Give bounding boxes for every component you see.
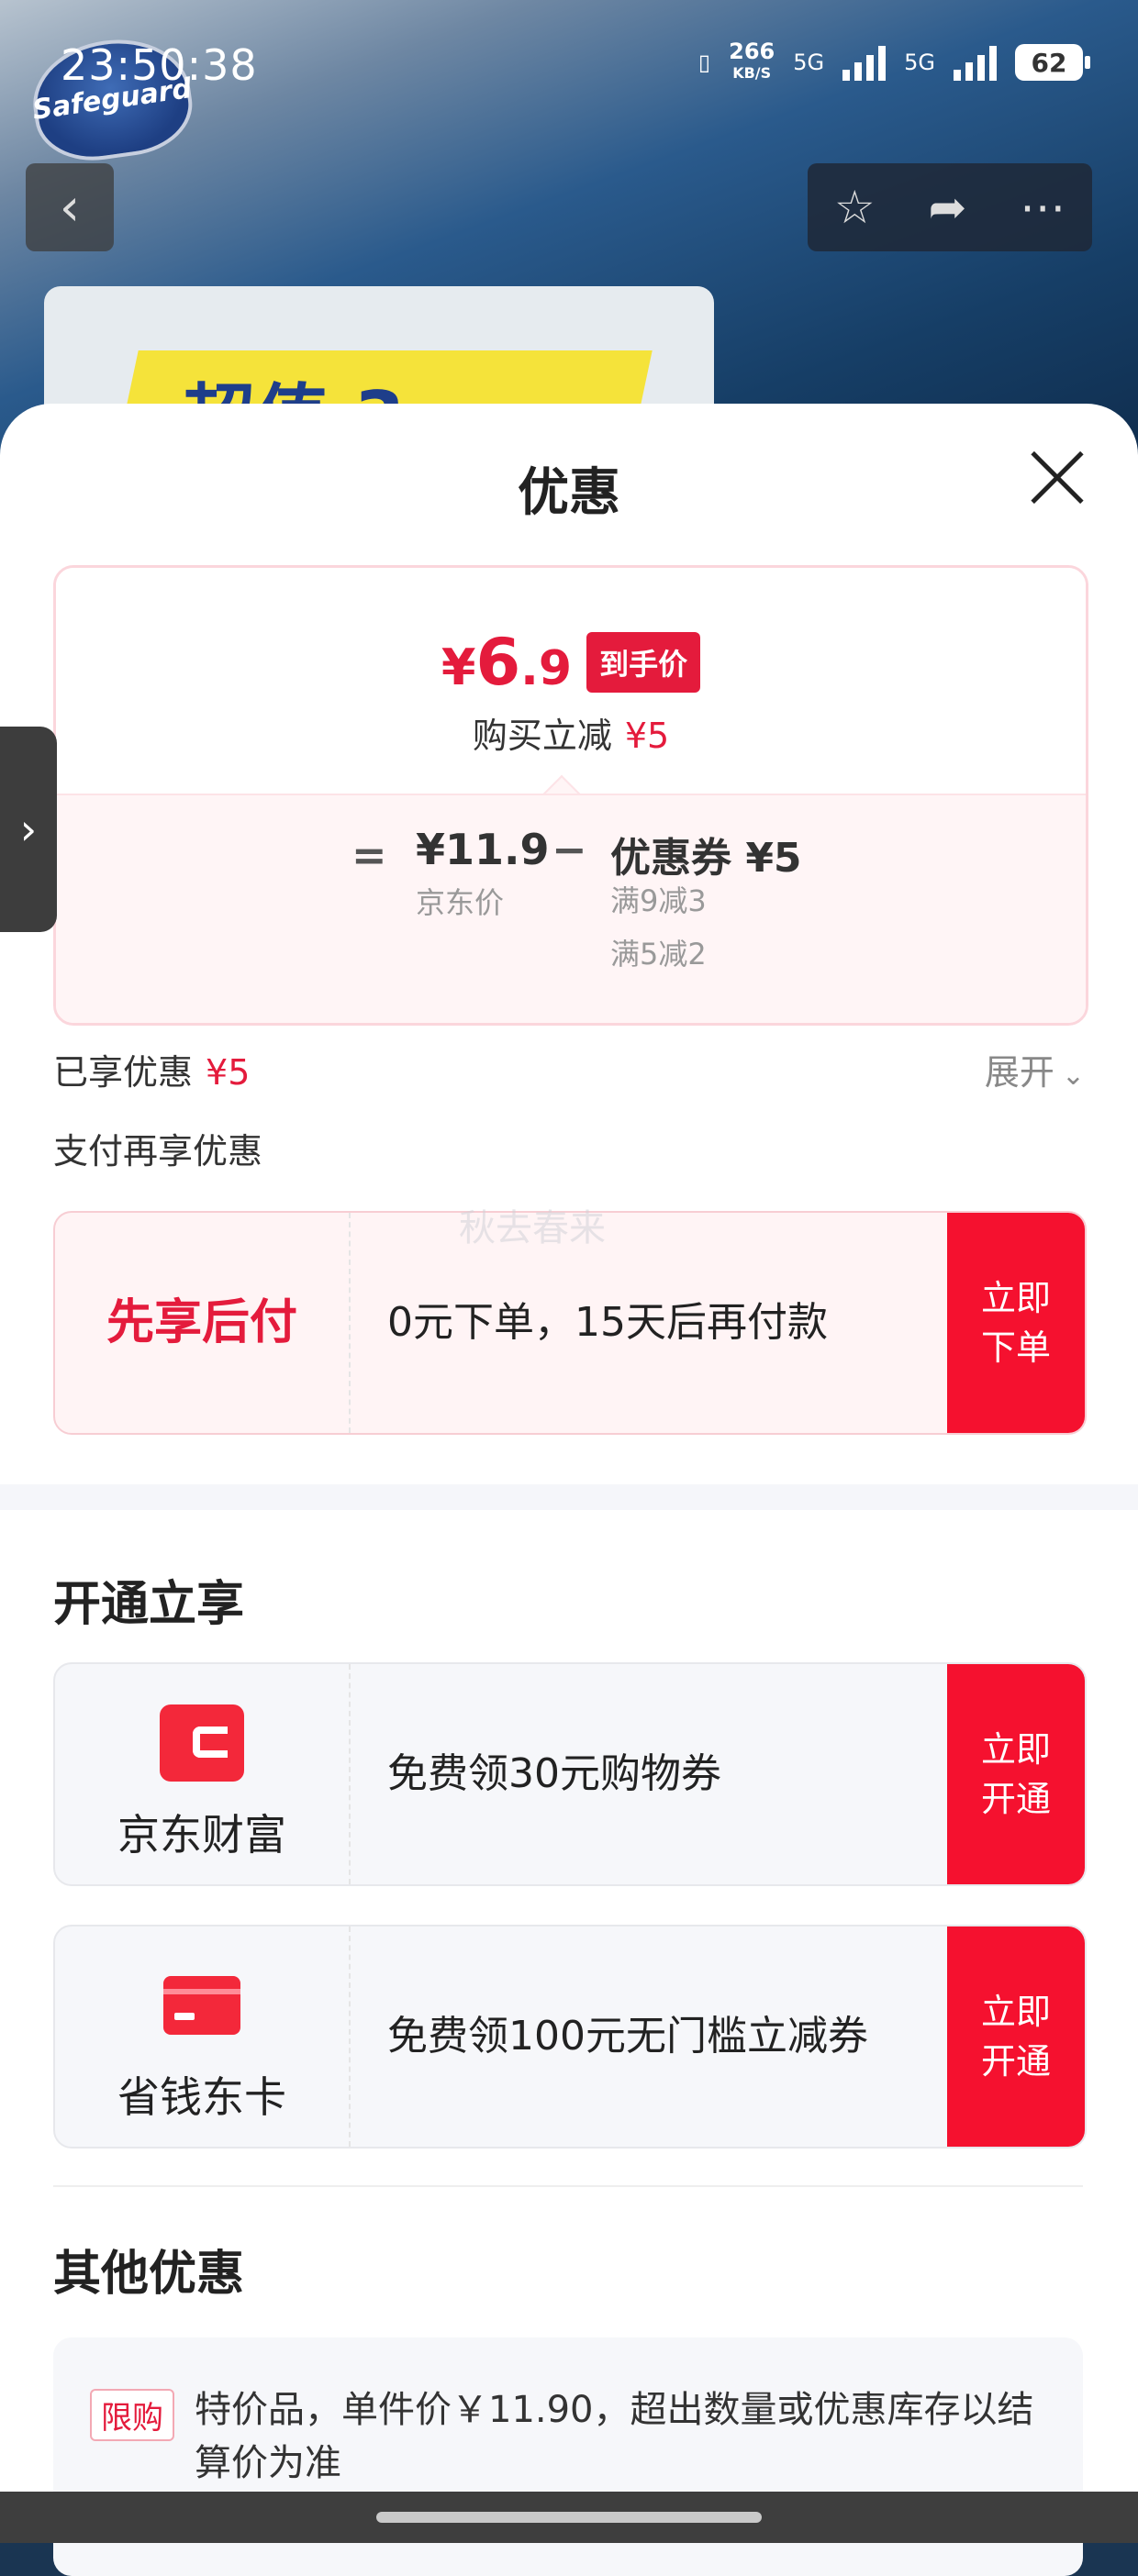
chevron-left-icon: ‹: [59, 177, 81, 238]
jd-wealth-desc: 免费领30元购物券: [387, 1750, 721, 1797]
sim1-label: 5G: [793, 50, 825, 75]
close-icon[interactable]: [1030, 450, 1085, 505]
other-offer-text: 特价品，单件价￥11.90，超出数量或优惠库存以结算价为准: [195, 2389, 1034, 2484]
jd-price-label: 京东价: [416, 885, 505, 920]
net-speed: 266 KB/S: [729, 39, 775, 82]
chevron-right-icon: ›: [19, 805, 38, 854]
card-icon: [163, 1976, 240, 2035]
instant-discount: 购买立减 ¥5: [472, 716, 670, 756]
signal-icon: [954, 44, 997, 81]
final-price-tag: 到手价: [586, 632, 701, 693]
nav-actions: ☆ ➦ ⋯: [808, 163, 1092, 251]
star-icon[interactable]: ☆: [834, 181, 876, 234]
status-time: 23:50:38: [61, 40, 258, 90]
share-icon[interactable]: ➦: [928, 181, 966, 234]
jd-wealth-open-button[interactable]: 立即 开通: [947, 1664, 1085, 1884]
price-breakdown-card: ¥6.9 到手价 购买立减 ¥5 = ¥11.9 京东价 − 优惠券 ¥5 满9减3…: [53, 565, 1088, 1026]
saving-card-open-button[interactable]: 立即 开通: [947, 1926, 1085, 2147]
chevron-down-icon: ⌄: [1061, 1060, 1085, 1092]
coupon-amount: 优惠券 ¥5: [610, 835, 802, 882]
coupon-condition: 满5减2: [610, 937, 707, 972]
final-price: ¥6.9: [441, 625, 573, 700]
pay-more-label: 支付再享优惠: [53, 1131, 263, 1171]
bnpl-order-button[interactable]: 立即 下单: [947, 1213, 1085, 1433]
more-icon[interactable]: ⋯: [1020, 181, 1065, 234]
limit-tag: 限购: [90, 2389, 174, 2441]
signal-icon: [842, 44, 887, 81]
section-divider: [0, 1484, 1138, 1510]
saving-card-card: 省钱东卡 免费领100元无门槛立减券 立即 开通: [53, 1925, 1087, 2149]
status-bar: 23:50:38 ▯ 266 KB/S 5G 5G 62: [0, 0, 1138, 138]
battery-icon: 62: [1015, 44, 1090, 81]
price-formula: = ¥11.9 京东价 − 优惠券 ¥5 满9减3 满5减2: [56, 794, 1086, 1023]
wealth-icon: [160, 1704, 244, 1782]
jd-wealth-card: 京东财富 免费领30元购物券 立即 开通: [53, 1662, 1087, 1886]
sim2-label: 5G: [904, 50, 935, 75]
coupon-condition: 满9减3: [610, 883, 707, 918]
discount-sheet: 优惠 ¥6.9 到手价 购买立减 ¥5 = ¥11.9 京东价 − 优惠券 ¥5 满…: [0, 404, 1138, 2576]
bnpl-desc: 0元下单，15天后再付款: [387, 1299, 828, 1346]
vibrate-icon: ▯: [697, 50, 711, 75]
open-section-title: 开通立享: [53, 1577, 245, 1632]
watermark: 秋去春来: [459, 1207, 606, 1249]
jd-price: ¥11.9: [416, 825, 550, 874]
expand-button[interactable]: 展开 ⌄: [985, 1044, 1085, 1094]
other-section-title: 其他优惠: [53, 2247, 245, 2302]
divider: [53, 2185, 1083, 2187]
home-indicator[interactable]: [376, 2512, 762, 2523]
bnpl-title: 先享后付: [106, 1295, 297, 1350]
back-button[interactable]: ‹: [26, 163, 114, 251]
jd-wealth-label: 京东财富: [117, 1810, 286, 1860]
saving-card-label: 省钱东卡: [117, 2072, 286, 2122]
enjoyed-discount: 已享优惠 ¥5: [53, 1052, 251, 1093]
side-expand-tab[interactable]: ›: [0, 727, 57, 932]
saving-card-desc: 免费领100元无门槛立减券: [387, 2013, 868, 2060]
sheet-title: 优惠: [518, 463, 620, 523]
